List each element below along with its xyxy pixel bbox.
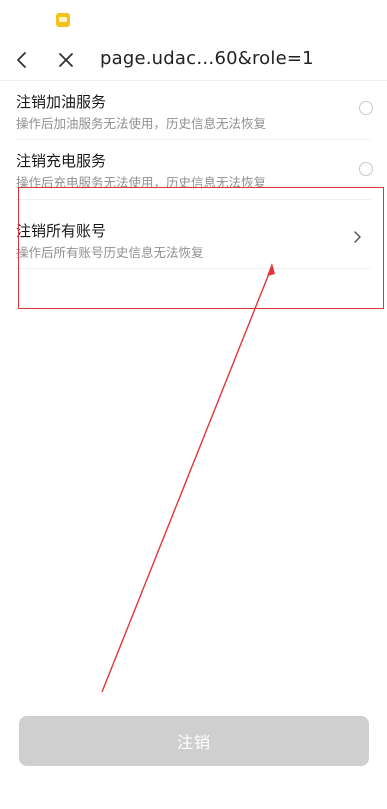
navigation-bar: page.udac…60&role=1	[0, 40, 387, 80]
option-title: 注销充电服务	[16, 152, 107, 170]
radio-button[interactable]	[359, 101, 373, 115]
notification-icon	[56, 13, 70, 27]
status-bar	[0, 0, 387, 40]
chevron-right-icon	[354, 231, 361, 243]
option-all-accounts[interactable]: 注销所有账号 操作后所有账号历史信息无法恢复	[0, 210, 387, 270]
option-description: 操作后加油服务无法使用，历史信息无法恢复	[16, 116, 267, 131]
option-description: 操作后所有账号历史信息无法恢复	[16, 245, 204, 260]
radio-button[interactable]	[359, 162, 373, 176]
divider	[16, 199, 371, 200]
option-title: 注销所有账号	[16, 222, 107, 240]
back-button[interactable]	[8, 46, 36, 74]
page-title: page.udac…60&role=1	[100, 48, 314, 69]
option-fuel-service[interactable]: 注销加油服务 操作后加油服务无法使用，历史信息无法恢复	[0, 81, 387, 141]
option-charging-service[interactable]: 注销充电服务 操作后充电服务无法使用，历史信息无法恢复	[0, 140, 387, 200]
close-button[interactable]	[52, 46, 80, 74]
chevron-left-icon	[17, 52, 26, 68]
option-title: 注销加油服务	[16, 93, 107, 111]
cancel-account-button[interactable]: 注销	[19, 716, 369, 766]
option-description: 操作后充电服务无法使用，历史信息无法恢复	[16, 175, 267, 190]
divider	[16, 268, 371, 269]
close-icon	[59, 53, 73, 67]
